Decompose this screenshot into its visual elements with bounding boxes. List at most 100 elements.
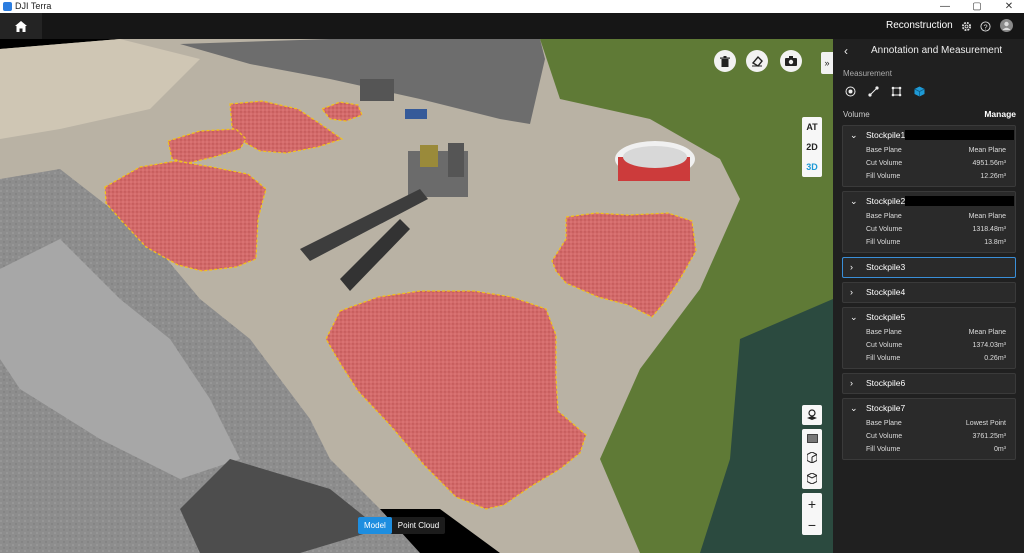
screenshot-button[interactable] xyxy=(780,50,802,72)
erase-button[interactable] xyxy=(746,50,768,72)
measurement-tools xyxy=(843,84,926,98)
view-cube-tools xyxy=(802,429,822,489)
settings-gear-icon[interactable] xyxy=(960,20,972,32)
stockpile-header[interactable]: › Stockpile6 xyxy=(843,374,1015,393)
delete-button[interactable] xyxy=(714,50,736,72)
view-mode-switch: AT 2D 3D xyxy=(802,117,822,177)
mode-3d-button[interactable]: 3D xyxy=(802,157,822,177)
close-button[interactable]: ✕ xyxy=(994,0,1024,13)
home-icon xyxy=(15,20,27,32)
fill-volume-row: Fill Volume 0.26m³ xyxy=(843,352,1015,365)
fill-volume-value: 13.8m³ xyxy=(984,239,1006,246)
maximize-button[interactable]: ▢ xyxy=(962,0,992,13)
base-plane-row: Base Plane Mean Plane xyxy=(843,144,1015,157)
measurement-label: Measurement xyxy=(843,69,892,78)
stockpile-header[interactable]: › Stockpile3 xyxy=(843,258,1015,277)
point-measure-icon[interactable] xyxy=(843,84,857,98)
stockpile-header[interactable]: › Stockpile4 xyxy=(843,283,1015,302)
window-titlebar: DJI Terra — ▢ ✕ xyxy=(0,0,1024,13)
base-plane-label: Base Plane xyxy=(866,213,902,220)
cut-volume-row: Cut Volume 3761.25m³ xyxy=(843,430,1015,443)
manage-button[interactable]: Manage xyxy=(984,109,1016,119)
stockpile-name: Stockpile5 xyxy=(866,312,906,322)
stockpile-name: Stockpile4 xyxy=(866,287,906,297)
cut-volume-row: Cut Volume 1374.03m³ xyxy=(843,339,1015,352)
app-logo-icon xyxy=(3,2,12,11)
stockpile-card[interactable]: ⌄ Stockpile5 Base Plane Mean Plane Cut Vol… xyxy=(842,307,1016,369)
zoom-in-button[interactable]: + xyxy=(808,496,816,512)
name-edit-field[interactable] xyxy=(905,130,1014,140)
stockpile-card[interactable]: ⌄ Stockpile1 Base Plane Mean Plane Cut Vol… xyxy=(842,125,1016,187)
stockpile-header[interactable]: ⌄ Stockpile2 xyxy=(843,192,1015,210)
point-cloud-toggle-button[interactable]: Point Cloud xyxy=(392,517,445,534)
base-plane-value: Mean Plane xyxy=(968,329,1006,336)
fill-volume-label: Fill Volume xyxy=(866,239,901,246)
stockpile-header[interactable]: ⌄ Stockpile1 xyxy=(843,126,1015,144)
3d-scene[interactable] xyxy=(0,39,833,553)
cube-side-icon[interactable] xyxy=(807,452,817,464)
stockpile-name: Stockpile1 xyxy=(866,130,906,140)
app-header: Reconstruction ? xyxy=(0,13,1024,39)
mode-2d-button[interactable]: 2D xyxy=(802,137,822,157)
cut-volume-row: Cut Volume 1318.48m³ xyxy=(843,223,1015,236)
fill-volume-row: Fill Volume 13.8m³ xyxy=(843,236,1015,249)
name-edit-field[interactable] xyxy=(905,196,1014,206)
cut-volume-value: 3761.25m³ xyxy=(972,433,1006,440)
cut-volume-label: Cut Volume xyxy=(866,160,903,167)
stockpile-header[interactable]: ⌄ Stockpile7 xyxy=(843,399,1015,417)
trash-icon xyxy=(720,55,730,67)
stockpile-card[interactable]: › Stockpile6 xyxy=(842,373,1016,394)
base-plane-value: Lowest Point xyxy=(965,420,1006,427)
minimize-button[interactable]: — xyxy=(930,0,960,13)
view-box-icon[interactable] xyxy=(806,433,818,443)
base-plane-label: Base Plane xyxy=(866,147,902,154)
tank-structure xyxy=(615,141,695,181)
user-avatar-icon[interactable] xyxy=(1000,19,1013,32)
cut-volume-value: 4951.56m³ xyxy=(972,160,1006,167)
base-plane-row: Base Plane Lowest Point xyxy=(843,417,1015,430)
window-title: DJI Terra xyxy=(15,1,52,11)
chevron-down-icon: ⌄ xyxy=(850,196,858,206)
reconstruction-label[interactable]: Reconstruction xyxy=(886,13,953,39)
cube-top-icon[interactable] xyxy=(807,473,817,485)
volume-label: Volume xyxy=(843,110,870,119)
fill-volume-label: Fill Volume xyxy=(866,173,901,180)
panel-title: Annotation and Measurement xyxy=(871,45,1003,56)
home-button[interactable] xyxy=(0,13,42,39)
zoom-out-button[interactable]: − xyxy=(808,517,816,533)
stockpile-header[interactable]: ⌄ Stockpile5 xyxy=(843,308,1015,326)
fill-volume-label: Fill Volume xyxy=(866,446,901,453)
fill-volume-value: 12.26m³ xyxy=(980,173,1006,180)
stockpile-card[interactable]: ⌄ Stockpile2 Base Plane Mean Plane Cut Vol… xyxy=(842,191,1016,253)
stockpile-name: Stockpile7 xyxy=(866,403,906,413)
help-icon[interactable]: ? xyxy=(979,20,991,32)
stockpile-card[interactable]: › Stockpile3 xyxy=(842,257,1016,278)
model-viewport[interactable]: » AT 2D 3D + − Model Point Cloud xyxy=(0,39,833,553)
back-button[interactable]: ‹ xyxy=(844,44,848,58)
render-mode-toggle: Model Point Cloud xyxy=(358,517,446,534)
cut-volume-value: 1318.48m³ xyxy=(972,226,1006,233)
view-tilt-icon xyxy=(807,409,817,420)
stockpile-name: Stockpile3 xyxy=(866,262,906,272)
area-measure-icon[interactable] xyxy=(889,84,903,98)
model-toggle-button[interactable]: Model xyxy=(358,517,392,534)
fill-volume-row: Fill Volume 12.26m³ xyxy=(843,170,1015,183)
stockpile-card[interactable]: › Stockpile4 xyxy=(842,282,1016,303)
cut-volume-label: Cut Volume xyxy=(866,342,903,349)
base-plane-label: Base Plane xyxy=(866,329,902,336)
stockpile-card[interactable]: ⌄ Stockpile7 Base Plane Lowest Point Cut V… xyxy=(842,398,1016,460)
fill-volume-value: 0.26m³ xyxy=(984,355,1006,362)
fill-volume-row: Fill Volume 0m³ xyxy=(843,443,1015,456)
collapse-panel-button[interactable]: » xyxy=(821,52,833,74)
fill-volume-label: Fill Volume xyxy=(866,355,901,362)
panel-header: ‹ Annotation and Measurement xyxy=(833,39,1024,63)
mode-at-button[interactable]: AT xyxy=(802,117,822,137)
line-measure-icon[interactable] xyxy=(866,84,880,98)
chevron-right-icon: › xyxy=(850,378,853,388)
volume-measure-icon[interactable] xyxy=(912,84,926,98)
cut-volume-label: Cut Volume xyxy=(866,226,903,233)
fill-volume-value: 0m³ xyxy=(993,446,1006,453)
base-plane-row: Base Plane Mean Plane xyxy=(843,326,1015,339)
perspective-tool-button[interactable] xyxy=(802,405,822,425)
cut-volume-label: Cut Volume xyxy=(866,433,903,440)
